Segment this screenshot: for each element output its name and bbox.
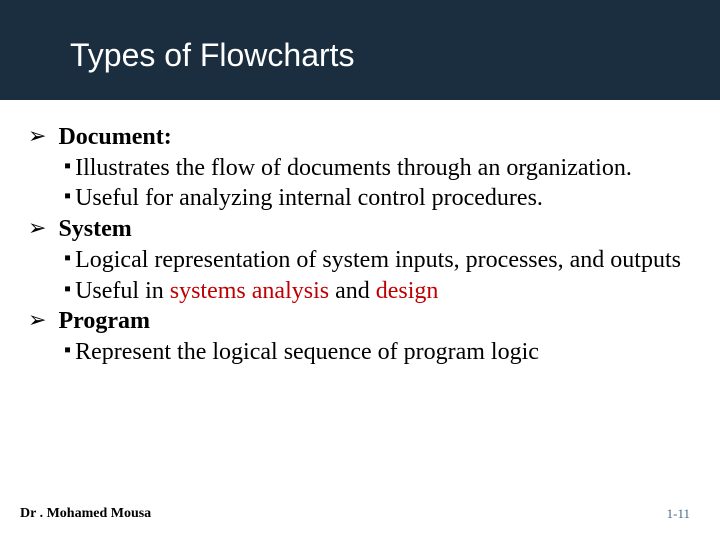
arrow-icon: ➢ — [28, 122, 46, 153]
title-bar: Types of Flowcharts — [0, 0, 720, 100]
bullet-label: Document: — [58, 122, 171, 153]
footer-author: Dr . Mohamed Mousa — [20, 506, 151, 522]
square-icon: ▪ — [64, 183, 71, 214]
bullet-label: Program — [58, 306, 150, 337]
bullet-label: System — [58, 214, 131, 245]
sub-block-document: ▪ Illustrates the flow of documents thro… — [28, 153, 692, 214]
footer: Dr . Mohamed Mousa 1-11 — [0, 506, 720, 522]
sub-item: ▪ Illustrates the flow of documents thro… — [64, 153, 692, 184]
sub-item: ▪ Represent the logical sequence of prog… — [64, 337, 692, 368]
arrow-icon: ➢ — [28, 306, 46, 337]
square-icon: ▪ — [64, 153, 71, 184]
text-part: and — [329, 278, 376, 304]
arrow-icon: ➢ — [28, 214, 46, 245]
content-area: ➢ Document: ▪ Illustrates the flow of do… — [0, 100, 720, 368]
text-part: Useful in — [75, 278, 170, 304]
bullet-system: ➢ System — [28, 214, 692, 245]
sub-text: Useful in systems analysis and design — [75, 276, 692, 307]
square-icon: ▪ — [64, 245, 71, 276]
sub-text: Represent the logical sequence of progra… — [75, 337, 692, 368]
bullet-program: ➢ Program — [28, 306, 692, 337]
bullet-document: ➢ Document: — [28, 122, 692, 153]
sub-text: Illustrates the flow of documents throug… — [75, 153, 692, 184]
slide-title: Types of Flowcharts — [70, 37, 355, 74]
square-icon: ▪ — [64, 337, 71, 368]
sub-text: Useful for analyzing internal control pr… — [75, 183, 692, 214]
sub-block-program: ▪ Represent the logical sequence of prog… — [28, 337, 692, 368]
footer-page-number: 1-11 — [667, 506, 690, 522]
square-icon: ▪ — [64, 276, 71, 307]
sub-item: ▪ Useful for analyzing internal control … — [64, 183, 692, 214]
sub-item: ▪ Logical representation of system input… — [64, 245, 692, 276]
sub-item: ▪ Useful in systems analysis and design — [64, 276, 692, 307]
sub-text: Logical representation of system inputs,… — [75, 245, 692, 276]
text-highlight: systems analysis — [170, 278, 329, 304]
text-highlight: design — [376, 278, 439, 304]
sub-block-system: ▪ Logical representation of system input… — [28, 245, 692, 306]
